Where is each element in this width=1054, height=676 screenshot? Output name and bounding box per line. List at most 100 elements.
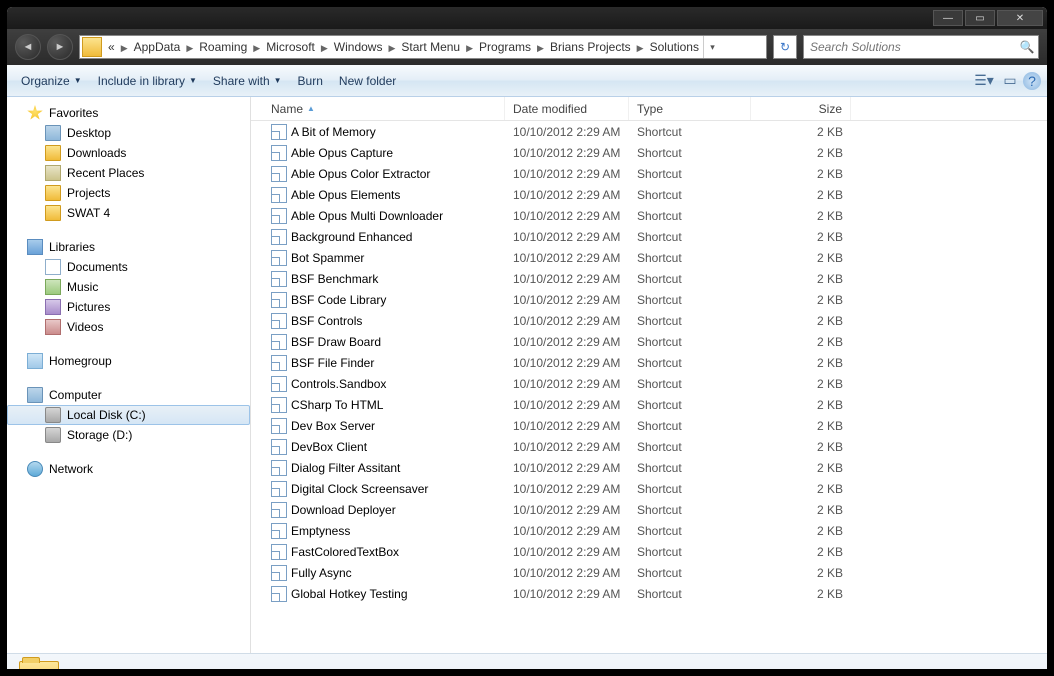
file-row[interactable]: Controls.Sandbox10/10/2012 2:29 AMShortc… <box>251 373 1047 394</box>
share-with-button[interactable]: Share with▼ <box>205 70 290 92</box>
file-date: 10/10/2012 2:29 AM <box>505 251 629 265</box>
breadcrumb-appdata[interactable]: AppData <box>130 40 185 54</box>
file-name: BSF Benchmark <box>291 272 378 286</box>
drive-icon <box>45 427 61 443</box>
sidebar-favorites[interactable]: Favorites <box>7 103 250 123</box>
file-row[interactable]: Able Opus Color Extractor10/10/2012 2:29… <box>251 163 1047 184</box>
help-button[interactable]: ? <box>1023 72 1041 90</box>
file-type: Shortcut <box>629 272 751 286</box>
organize-button[interactable]: Organize▼ <box>13 70 90 92</box>
videos-icon <box>45 319 61 335</box>
file-name: BSF Code Library <box>291 293 386 307</box>
sidebar-item-storage-d[interactable]: Storage (D:) <box>7 425 250 445</box>
file-row[interactable]: DevBox Client10/10/2012 2:29 AMShortcut2… <box>251 436 1047 457</box>
file-row[interactable]: BSF Benchmark10/10/2012 2:29 AMShortcut2… <box>251 268 1047 289</box>
file-date: 10/10/2012 2:29 AM <box>505 188 629 202</box>
nav-pane[interactable]: Favorites Desktop Downloads Recent Place… <box>7 97 251 653</box>
sidebar-computer[interactable]: Computer <box>7 385 250 405</box>
file-row[interactable]: Digital Clock Screensaver10/10/2012 2:29… <box>251 478 1047 499</box>
file-row[interactable]: BSF Draw Board10/10/2012 2:29 AMShortcut… <box>251 331 1047 352</box>
file-type: Shortcut <box>629 125 751 139</box>
close-button[interactable]: ✕ <box>997 10 1043 26</box>
new-folder-button[interactable]: New folder <box>331 70 404 92</box>
view-options-button[interactable]: ☰▾ <box>971 70 997 92</box>
chevron-right-icon[interactable]: ▶ <box>319 43 330 53</box>
chevron-right-icon[interactable]: ▶ <box>184 43 195 53</box>
forward-button[interactable]: ► <box>47 34 73 60</box>
sidebar-item-local-disk-c[interactable]: Local Disk (C:) <box>7 405 250 425</box>
file-rows[interactable]: A Bit of Memory10/10/2012 2:29 AMShortcu… <box>251 121 1047 623</box>
file-row[interactable]: Dialog Filter Assitant10/10/2012 2:29 AM… <box>251 457 1047 478</box>
file-row[interactable]: BSF Controls10/10/2012 2:29 AMShortcut2 … <box>251 310 1047 331</box>
file-row[interactable]: Dev Box Server10/10/2012 2:29 AMShortcut… <box>251 415 1047 436</box>
breadcrumb-start-menu[interactable]: Start Menu <box>397 40 464 54</box>
file-row[interactable]: A Bit of Memory10/10/2012 2:29 AMShortcu… <box>251 121 1047 142</box>
file-size: 2 KB <box>751 419 851 433</box>
file-row[interactable]: Download Deployer10/10/2012 2:29 AMShort… <box>251 499 1047 520</box>
file-row[interactable]: Fully Async10/10/2012 2:29 AMShortcut2 K… <box>251 562 1047 583</box>
file-type: Shortcut <box>629 419 751 433</box>
breadcrumb-programs[interactable]: Programs <box>475 40 535 54</box>
burn-button[interactable]: Burn <box>290 70 331 92</box>
breadcrumb-microsoft[interactable]: Microsoft <box>262 40 319 54</box>
file-row[interactable]: Able Opus Multi Downloader10/10/2012 2:2… <box>251 205 1047 226</box>
sidebar-item-music[interactable]: Music <box>7 277 250 297</box>
column-size[interactable]: Size <box>751 97 851 120</box>
sidebar-item-pictures[interactable]: Pictures <box>7 297 250 317</box>
sidebar-homegroup[interactable]: Homegroup <box>7 351 250 371</box>
file-size: 2 KB <box>751 503 851 517</box>
address-dropdown[interactable]: ▾ <box>703 36 721 58</box>
breadcrumb-windows[interactable]: Windows <box>330 40 387 54</box>
back-button[interactable]: ◄ <box>15 34 41 60</box>
file-date: 10/10/2012 2:29 AM <box>505 503 629 517</box>
breadcrumb-overflow[interactable]: « <box>104 40 119 54</box>
column-headers: Name▲ Date modified Type Size <box>251 97 1047 121</box>
breadcrumb-roaming[interactable]: Roaming <box>195 40 251 54</box>
chevron-right-icon[interactable]: ▶ <box>635 43 646 53</box>
file-row[interactable]: Able Opus Elements10/10/2012 2:29 AMShor… <box>251 184 1047 205</box>
breadcrumb-solutions[interactable]: Solutions <box>646 40 703 54</box>
chevron-right-icon[interactable]: ▶ <box>535 43 546 53</box>
file-date: 10/10/2012 2:29 AM <box>505 230 629 244</box>
sidebar-libraries[interactable]: Libraries <box>7 237 250 257</box>
file-date: 10/10/2012 2:29 AM <box>505 461 629 475</box>
file-row[interactable]: BSF File Finder10/10/2012 2:29 AMShortcu… <box>251 352 1047 373</box>
sidebar-item-videos[interactable]: Videos <box>7 317 250 337</box>
chevron-right-icon[interactable]: ▶ <box>464 43 475 53</box>
file-row[interactable]: BSF Code Library10/10/2012 2:29 AMShortc… <box>251 289 1047 310</box>
file-row[interactable]: Emptyness10/10/2012 2:29 AMShortcut2 KB <box>251 520 1047 541</box>
file-name: BSF File Finder <box>291 356 374 370</box>
file-row[interactable]: Able Opus Capture10/10/2012 2:29 AMShort… <box>251 142 1047 163</box>
chevron-right-icon[interactable]: ▶ <box>251 43 262 53</box>
chevron-right-icon[interactable]: ▶ <box>119 43 130 53</box>
file-size: 2 KB <box>751 398 851 412</box>
address-bar[interactable]: « ▶AppData▶Roaming▶Microsoft▶Windows▶Sta… <box>79 35 767 59</box>
file-row[interactable]: FastColoredTextBox10/10/2012 2:29 AMShor… <box>251 541 1047 562</box>
file-row[interactable]: Bot Spammer10/10/2012 2:29 AMShortcut2 K… <box>251 247 1047 268</box>
sidebar-item-recent[interactable]: Recent Places <box>7 163 250 183</box>
sidebar-item-desktop[interactable]: Desktop <box>7 123 250 143</box>
include-library-button[interactable]: Include in library▼ <box>90 70 205 92</box>
column-type[interactable]: Type <box>629 97 751 120</box>
folder-icon <box>45 185 61 201</box>
chevron-right-icon[interactable]: ▶ <box>386 43 397 53</box>
file-type: Shortcut <box>629 461 751 475</box>
search-input[interactable] <box>804 40 1016 54</box>
preview-pane-button[interactable]: ▭ <box>997 70 1023 92</box>
file-row[interactable]: Background Enhanced10/10/2012 2:29 AMSho… <box>251 226 1047 247</box>
maximize-button[interactable]: ▭ <box>965 10 995 26</box>
sidebar-item-documents[interactable]: Documents <box>7 257 250 277</box>
minimize-button[interactable]: — <box>933 10 963 26</box>
libraries-icon <box>27 239 43 255</box>
column-date[interactable]: Date modified <box>505 97 629 120</box>
column-name[interactable]: Name▲ <box>251 97 505 120</box>
sidebar-network[interactable]: Network <box>7 459 250 479</box>
sidebar-item-downloads[interactable]: Downloads <box>7 143 250 163</box>
file-row[interactable]: CSharp To HTML10/10/2012 2:29 AMShortcut… <box>251 394 1047 415</box>
file-row[interactable]: Global Hotkey Testing10/10/2012 2:29 AMS… <box>251 583 1047 604</box>
search-box[interactable]: 🔍 <box>803 35 1039 59</box>
breadcrumb-brians-projects[interactable]: Brians Projects <box>546 40 635 54</box>
sidebar-item-swat4[interactable]: SWAT 4 <box>7 203 250 223</box>
sidebar-item-projects[interactable]: Projects <box>7 183 250 203</box>
refresh-button[interactable]: ↻ <box>773 35 797 59</box>
